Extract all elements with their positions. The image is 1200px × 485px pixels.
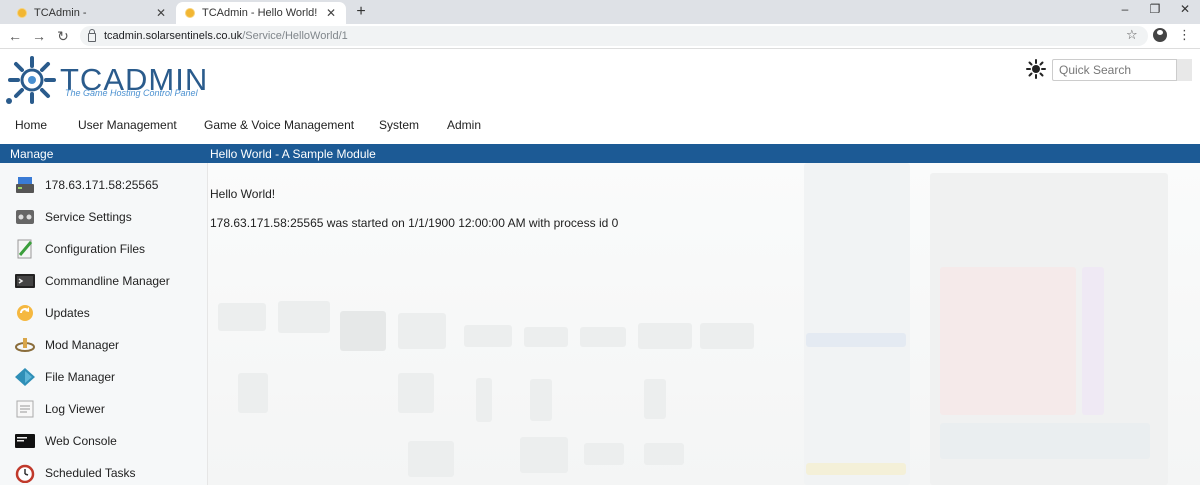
tab-title: TCAdmin - Hello World! — [202, 7, 318, 19]
config-file-icon — [17, 239, 33, 259]
file-manager-icon — [15, 368, 35, 386]
reload-icon[interactable]: ↻ — [54, 28, 72, 45]
browser-tab-inactive[interactable]: TCAdmin - ✕ — [8, 2, 176, 24]
tcadmin-logo-icon[interactable] — [4, 55, 60, 105]
hello-world-text: Hello World! — [210, 187, 276, 201]
main-content: Hello World! 178.63.171.58:25565 was sta… — [208, 163, 1200, 485]
sidebar-item-label: File Manager — [45, 370, 116, 384]
sidebar-item-mod-manager[interactable]: Mod Manager — [0, 329, 208, 361]
sidebar-item-label: Configuration Files — [45, 242, 146, 256]
sidebar-item-scheduled-tasks[interactable]: Scheduled Tasks — [0, 457, 208, 485]
server-icon — [16, 177, 34, 193]
scheduled-tasks-icon — [15, 464, 35, 483]
nav-game-voice-management[interactable]: Game & Voice Management — [204, 118, 354, 132]
url-path: /Service/HelloWorld/1 — [242, 30, 348, 42]
favicon-icon — [184, 7, 196, 19]
close-window-icon[interactable]: ✕ — [1170, 2, 1200, 16]
url-host: tcadmin.solarsentinels.co.uk — [104, 30, 243, 42]
process-status-text: 178.63.171.58:25565 was started on 1/1/1… — [210, 216, 619, 230]
tab-title: TCAdmin - — [34, 7, 87, 19]
settings-panel-icon — [16, 210, 34, 224]
browser-menu-icon[interactable]: ⋮ — [1178, 27, 1191, 43]
restore-icon[interactable]: ❐ — [1140, 2, 1170, 16]
sidebar-item-label: Updates — [45, 306, 90, 320]
back-icon[interactable]: ← — [6, 28, 24, 44]
sidebar-item-commandline-manager[interactable]: Commandline Manager — [0, 265, 208, 297]
browser-tab-active[interactable]: TCAdmin - Hello World! ✕ — [176, 2, 346, 24]
address-bar: ← → ↻ tcadmin.solarsentinels.co.uk/Servi… — [0, 24, 1200, 49]
web-console-icon — [15, 434, 35, 448]
sidebar-item-server[interactable]: 178.63.171.58:25565 — [0, 169, 208, 201]
manage-sidebar: 178.63.171.58:25565 Service Settings Con… — [0, 163, 208, 485]
lock-icon — [88, 28, 96, 42]
sidebar-item-label: Service Settings — [45, 210, 132, 224]
sidebar-item-label: Commandline Manager — [45, 274, 170, 288]
forward-icon[interactable]: → — [30, 28, 48, 44]
bookmark-star-icon[interactable]: ☆ — [1126, 27, 1138, 43]
sidebar-item-label: Scheduled Tasks — [45, 466, 136, 480]
nav-home[interactable]: Home — [15, 118, 47, 132]
close-tab-icon[interactable]: ✕ — [324, 6, 338, 20]
site-header: TCADMIN The Game Hosting Control Panel — [0, 49, 1200, 109]
main-nav: Home User Management Game & Voice Manage… — [0, 109, 1200, 143]
terminal-icon — [15, 274, 35, 288]
sidebar-item-label: Web Console — [45, 434, 117, 448]
browser-tab-strip: TCAdmin - ✕ TCAdmin - Hello World! ✕ + –… — [0, 0, 1200, 24]
sidebar-item-service-settings[interactable]: Service Settings — [0, 201, 208, 233]
sidebar-item-file-manager[interactable]: File Manager — [0, 361, 208, 393]
sidebar-item-configuration-files[interactable]: Configuration Files — [0, 233, 208, 265]
nav-admin[interactable]: Admin — [447, 118, 481, 132]
favicon-icon — [16, 7, 28, 19]
nav-user-management[interactable]: User Management — [78, 118, 177, 132]
updates-icon — [17, 305, 33, 321]
page-title: Hello World - A Sample Module — [210, 147, 376, 161]
sidebar-title: Manage — [10, 147, 54, 161]
nav-system[interactable]: System — [379, 118, 419, 132]
brand-subtitle: The Game Hosting Control Panel — [65, 88, 198, 98]
sidebar-item-label: Log Viewer — [45, 402, 105, 416]
sidebar-item-label: 178.63.171.58:25565 — [45, 178, 159, 192]
theme-toggle-icon[interactable] — [1026, 59, 1046, 79]
account-icon[interactable] — [1153, 28, 1167, 42]
search-scrollbar[interactable] — [1176, 59, 1192, 81]
log-viewer-icon — [16, 400, 34, 418]
sidebar-item-web-console[interactable]: Web Console — [0, 425, 208, 457]
url-field[interactable]: tcadmin.solarsentinels.co.uk/Service/Hel… — [80, 26, 1148, 46]
sidebar-item-label: Mod Manager — [45, 338, 120, 352]
sidebar-item-updates[interactable]: Updates — [0, 297, 208, 329]
close-tab-icon[interactable]: ✕ — [154, 6, 168, 20]
minimize-icon[interactable]: – — [1110, 2, 1140, 16]
mod-manager-icon — [15, 338, 35, 352]
quick-search-input[interactable] — [1052, 59, 1192, 81]
section-title-bar: Manage Hello World - A Sample Module — [0, 144, 1200, 163]
new-tab-button[interactable]: + — [352, 3, 370, 21]
sidebar-item-log-viewer[interactable]: Log Viewer — [0, 393, 208, 425]
